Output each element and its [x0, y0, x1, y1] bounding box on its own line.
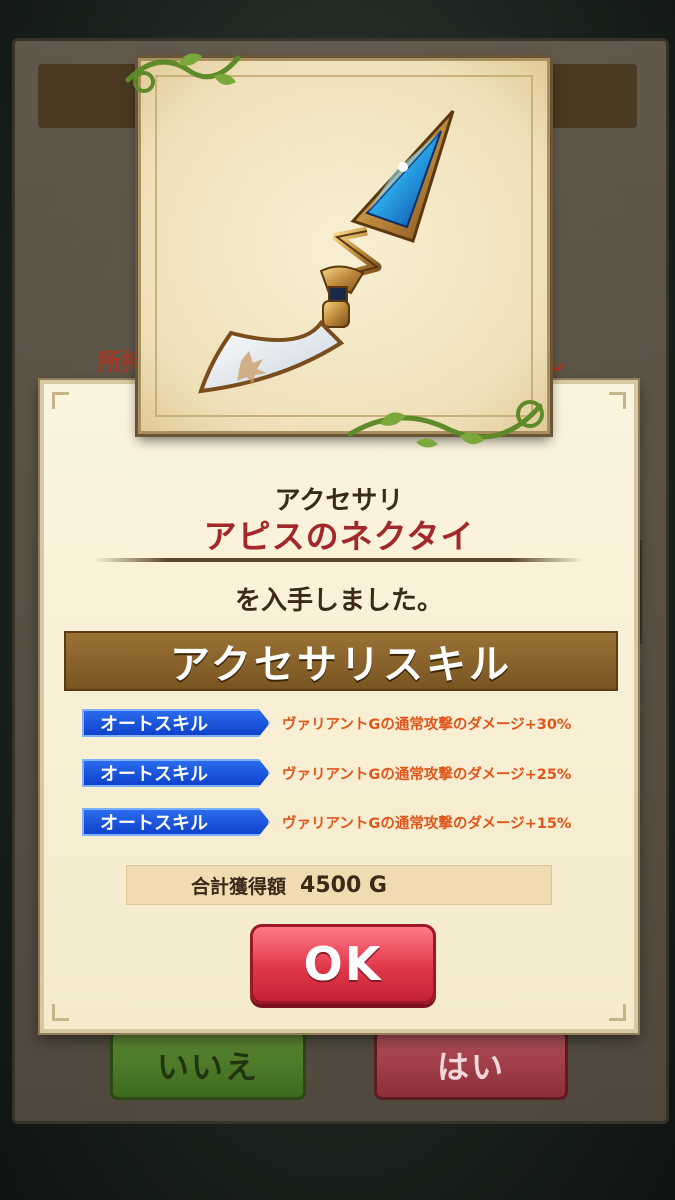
skill-section-title: アクセサリスキル [64, 631, 618, 691]
vine-decoration [125, 53, 241, 93]
skill-tag: オートスキル [82, 709, 270, 737]
skill-description: ヴァリアントGの通常攻撃のダメージ+30% [282, 716, 572, 733]
obtained-message: を入手しました。 [234, 586, 443, 616]
skill-row: オートスキル ヴァリアントGの通常攻撃のダメージ+30% [82, 706, 602, 740]
item-card [138, 58, 550, 434]
vine-decoration [347, 400, 544, 448]
skill-row: オートスキル ヴァリアントGの通常攻撃のダメージ+15% [82, 805, 602, 839]
popup-corner [609, 1004, 626, 1021]
necktie-accessory-icon [198, 109, 455, 394]
skill-description: ヴァリアントGの通常攻撃のダメージ+25% [282, 766, 572, 783]
skill-tag: オートスキル [82, 808, 270, 836]
skill-row: オートスキル ヴァリアントGの通常攻撃のダメージ+25% [82, 756, 602, 790]
item-name: アピスのネクタイ [203, 517, 475, 556]
skill-description: ヴァリアントGの通常攻撃のダメージ+15% [282, 815, 572, 832]
total-earned: 合計獲得額 4500 G [126, 865, 552, 905]
popup-corner [52, 1004, 69, 1021]
no-button[interactable]: いいえ [110, 1030, 306, 1100]
total-label: 合計獲得額 [191, 875, 287, 898]
ok-button[interactable]: OK [250, 924, 436, 1004]
total-value: 4500 G [300, 872, 387, 898]
yes-button[interactable]: はい [374, 1030, 568, 1100]
popup-corner [52, 392, 69, 409]
divider [94, 558, 584, 562]
item-obtained-popup: アクセサリ アピスのネクタイ を入手しました。 アクセサリスキル オートスキル … [40, 380, 638, 1033]
skill-tag: オートスキル [82, 759, 270, 787]
popup-corner [609, 392, 626, 409]
